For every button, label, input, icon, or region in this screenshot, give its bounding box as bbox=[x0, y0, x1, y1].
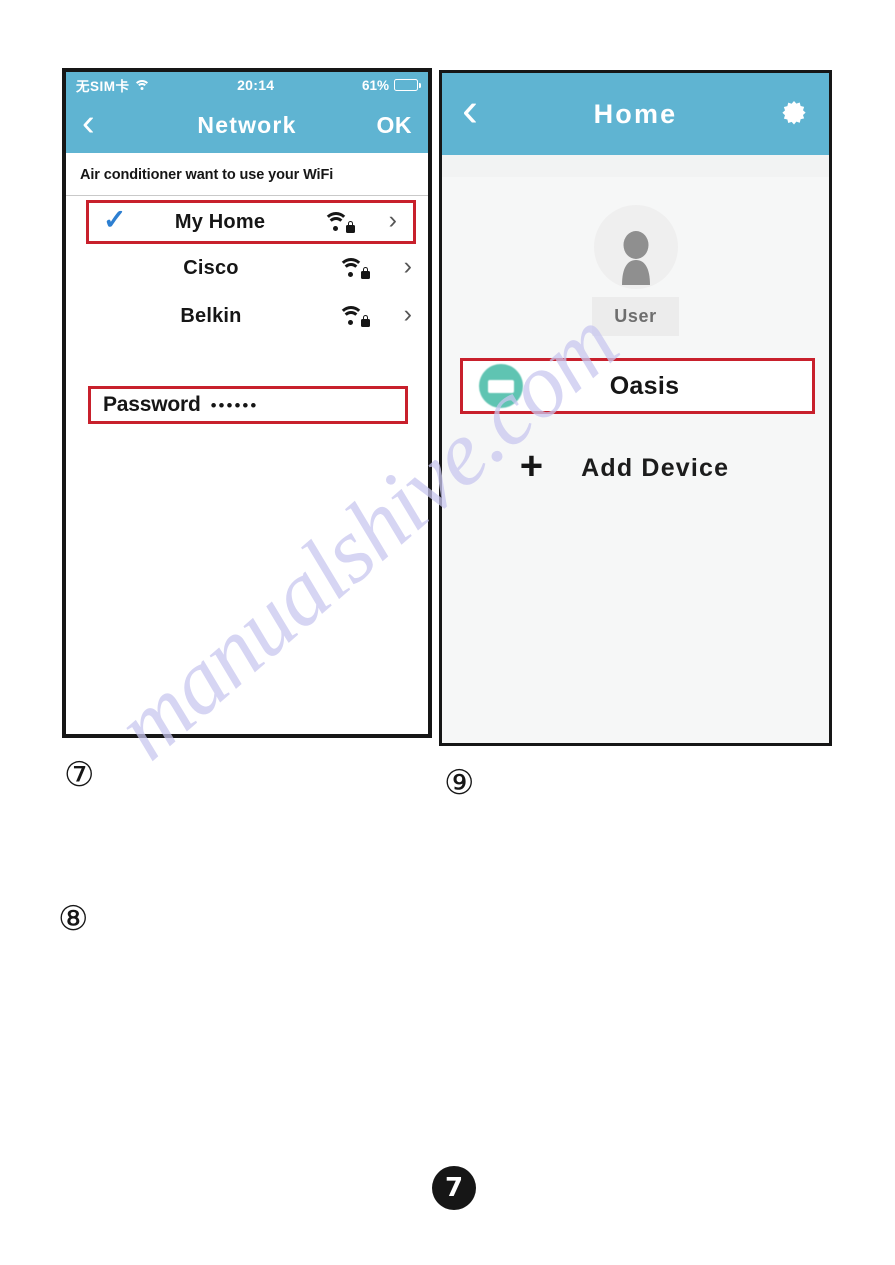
network-nav-bar: ‹ Network OK bbox=[66, 98, 428, 153]
chevron-right-icon[interactable]: › bbox=[396, 254, 412, 279]
wifi-row-belkin[interactable]: Belkin › bbox=[66, 292, 428, 340]
user-name-label: User bbox=[592, 297, 679, 336]
carrier-label: 无SIM卡 bbox=[76, 79, 130, 94]
gear-icon[interactable] bbox=[779, 99, 809, 129]
add-device-button[interactable]: + Add Device bbox=[442, 446, 829, 486]
wifi-icon bbox=[133, 79, 151, 91]
status-bar-left: 无SIM卡 bbox=[76, 75, 151, 95]
plus-icon: + bbox=[519, 444, 544, 488]
home-content: User Oasis + Add Device bbox=[442, 155, 829, 743]
wifi-name-label: Cisco bbox=[183, 256, 239, 279]
profile-block: User bbox=[442, 177, 829, 336]
user-avatar-icon[interactable] bbox=[593, 205, 678, 289]
page-number-badge: 7 bbox=[432, 1166, 476, 1210]
home-nav-bar: ‹ Home bbox=[442, 73, 829, 155]
wifi-name-label: My Home bbox=[174, 210, 266, 233]
page-title: Home bbox=[593, 98, 678, 129]
wifi-name-label: Belkin bbox=[180, 304, 242, 327]
check-icon: ✓ bbox=[103, 204, 127, 235]
status-bar: 无SIM卡 20:14 61% bbox=[66, 72, 428, 98]
air-conditioner-icon bbox=[479, 364, 523, 408]
wifi-lock-icon bbox=[338, 257, 370, 279]
status-bar-right: 61% bbox=[361, 77, 421, 93]
left-phone-screenshot: 无SIM卡 20:14 61% ‹ Network OK Air conditi… bbox=[62, 68, 432, 738]
right-phone-screenshot: ‹ Home User Oasis + Add Device bbox=[439, 70, 832, 746]
device-name-label: Oasis bbox=[609, 371, 680, 400]
ok-button[interactable]: OK bbox=[377, 112, 413, 139]
page-title: Network bbox=[197, 112, 297, 138]
device-row-oasis[interactable]: Oasis bbox=[460, 358, 815, 414]
add-device-label: Add Device bbox=[581, 453, 730, 482]
chevron-right-icon[interactable]: › bbox=[381, 208, 397, 233]
wifi-row-cisco[interactable]: Cisco › bbox=[66, 244, 428, 292]
step-marker-7: ⑦ bbox=[64, 755, 95, 795]
wifi-lock-icon bbox=[338, 305, 370, 327]
password-field[interactable]: Password •••••• bbox=[88, 386, 408, 424]
top-strip bbox=[442, 155, 829, 177]
step-marker-8: ⑧ bbox=[58, 899, 89, 939]
wifi-lock-icon bbox=[323, 211, 355, 233]
password-masked-value: •••••• bbox=[210, 395, 259, 415]
wifi-prompt-text: Air conditioner want to use your WiFi bbox=[80, 167, 334, 183]
step-marker-9: ⑨ bbox=[444, 763, 475, 803]
battery-icon bbox=[394, 79, 421, 91]
status-bar-time: 20:14 bbox=[237, 77, 275, 93]
battery-percent-label: 61% bbox=[361, 77, 389, 93]
chevron-right-icon[interactable]: › bbox=[396, 302, 412, 327]
wifi-row-my-home[interactable]: ✓ My Home › bbox=[86, 200, 416, 244]
password-label: Password bbox=[103, 393, 201, 416]
prompt-divider bbox=[66, 195, 428, 196]
